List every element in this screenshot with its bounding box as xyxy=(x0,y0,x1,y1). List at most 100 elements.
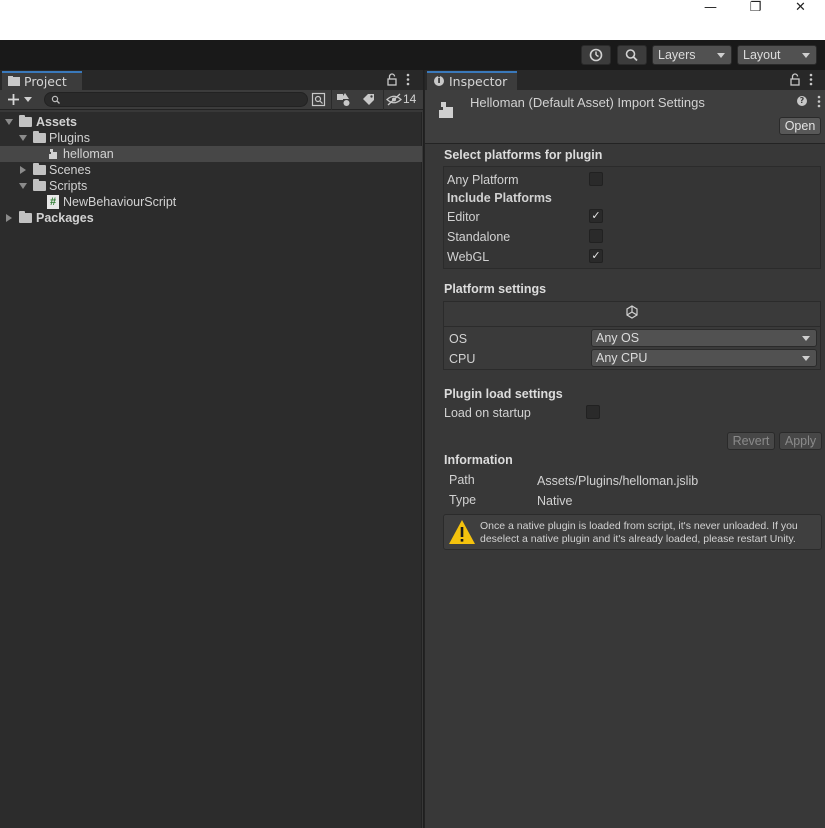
platform-label-standalone: Standalone xyxy=(447,230,511,244)
tree-item-packages[interactable]: Packages xyxy=(0,210,422,226)
os-label: OS xyxy=(449,332,468,346)
platform-settings-box: OS Any OS CPU Any CPU xyxy=(443,301,821,370)
type-label: Type xyxy=(449,493,477,507)
chevron-down-icon xyxy=(717,53,725,58)
plugin-load-title: Plugin load settings xyxy=(444,387,563,401)
search-input[interactable] xyxy=(44,92,308,107)
tree-item-label: Plugins xyxy=(49,131,90,145)
help-icon[interactable]: ? xyxy=(797,96,807,106)
toolbar-divider xyxy=(383,90,384,110)
folder-open-icon xyxy=(19,115,32,127)
folder-icon xyxy=(19,211,32,223)
restore-button[interactable]: ❐ xyxy=(733,0,778,16)
folder-icon xyxy=(8,76,20,86)
warning-text-line2: deselect a native plugin and it's alread… xyxy=(480,533,796,545)
os-value: Any OS xyxy=(596,331,640,345)
more-options-icon[interactable] xyxy=(808,73,814,86)
layout-label: Layout xyxy=(743,48,781,62)
expand-arrow-icon[interactable] xyxy=(5,119,13,125)
folder-open-icon xyxy=(33,179,46,191)
type-value: Native xyxy=(537,494,573,508)
cpu-label: CPU xyxy=(449,352,476,366)
tree-item-scripts[interactable]: Scripts xyxy=(0,178,422,194)
project-toolbar: 14 xyxy=(0,90,423,110)
expand-arrow-icon[interactable] xyxy=(19,183,27,189)
unity-logo-icon xyxy=(626,305,638,319)
any-platform-checkbox[interactable] xyxy=(589,172,603,186)
create-dropdown[interactable] xyxy=(4,91,34,108)
search-icon xyxy=(51,95,60,104)
chevron-down-icon xyxy=(802,356,810,361)
open-button[interactable]: Open xyxy=(779,117,821,135)
cpu-dropdown[interactable]: Any CPU xyxy=(591,349,817,367)
tree-item-assets[interactable]: Assets xyxy=(0,114,422,130)
divider xyxy=(444,326,820,327)
tree-item-scenes[interactable]: Scenes xyxy=(0,162,422,178)
cpu-value: Any CPU xyxy=(596,351,648,365)
tree-item-newbehaviourscript[interactable]: # NewBehaviourScript xyxy=(0,194,422,210)
warning-icon xyxy=(449,520,475,544)
window-titlebar: — ❐ ✕ xyxy=(0,0,825,40)
chevron-down-icon xyxy=(802,336,810,341)
standalone-checkbox[interactable] xyxy=(589,229,603,243)
csharp-script-icon: # xyxy=(47,195,59,209)
search-icon xyxy=(625,49,638,62)
close-button[interactable]: ✕ xyxy=(778,0,823,16)
filter-by-label-icon[interactable] xyxy=(361,92,376,107)
inspector-tabbar: i Inspector xyxy=(425,70,825,90)
tab-project[interactable]: Project xyxy=(2,71,82,90)
tree-item-plugins[interactable]: Plugins xyxy=(0,130,422,146)
any-platform-label: Any Platform xyxy=(447,173,519,187)
platforms-box: Any Platform Include Platforms Editor ✓ … xyxy=(443,166,821,269)
path-label: Path xyxy=(449,473,475,487)
tree-item-label: Assets xyxy=(36,115,77,129)
os-dropdown[interactable]: Any OS xyxy=(591,329,817,347)
editor-checkbox[interactable]: ✓ xyxy=(589,209,603,223)
lock-icon[interactable] xyxy=(387,73,397,86)
settings-menu-icon[interactable] xyxy=(816,95,822,108)
plugin-icon xyxy=(49,149,57,159)
tab-inspector-label: Inspector xyxy=(449,74,508,89)
platform-label-editor: Editor xyxy=(447,210,480,224)
native-plugin-warning: Once a native plugin is loaded from scri… xyxy=(443,514,822,550)
more-options-icon[interactable] xyxy=(405,73,411,86)
platform-label-webgl: WebGL xyxy=(447,250,490,264)
tree-item-label: NewBehaviourScript xyxy=(63,195,177,209)
revert-button[interactable]: Revert xyxy=(727,432,775,450)
webgl-checkbox[interactable]: ✓ xyxy=(589,249,603,263)
layout-dropdown[interactable]: Layout xyxy=(737,45,817,65)
plugin-icon xyxy=(439,102,453,118)
history-button[interactable] xyxy=(581,45,611,65)
folder-icon xyxy=(33,163,46,175)
tree-item-label: Packages xyxy=(36,211,94,225)
inspector-panel: i Inspector Helloman (Default Asset) Imp… xyxy=(424,70,825,828)
apply-button[interactable]: Apply xyxy=(779,432,822,450)
chevron-down-icon xyxy=(802,53,810,58)
expand-arrow-icon[interactable] xyxy=(19,135,27,141)
hidden-count: 14 xyxy=(403,92,417,106)
lock-icon[interactable] xyxy=(790,73,800,86)
collapse-arrow-icon[interactable] xyxy=(6,214,12,222)
tab-inspector[interactable]: i Inspector xyxy=(427,71,517,90)
path-value: Assets/Plugins/helloman.jslib xyxy=(537,474,699,488)
tree-item-helloman[interactable]: helloman xyxy=(0,146,422,162)
load-on-startup-label: Load on startup xyxy=(444,406,531,420)
information-title: Information xyxy=(444,453,513,467)
layers-label: Layers xyxy=(658,48,696,62)
toolbar-divider xyxy=(331,90,332,110)
layers-dropdown[interactable]: Layers xyxy=(652,45,732,65)
project-tree: Assets Plugins helloman Scenes Scripts #… xyxy=(0,112,422,828)
minimize-button[interactable]: — xyxy=(688,0,733,16)
collapse-arrow-icon[interactable] xyxy=(20,166,26,174)
search-button[interactable] xyxy=(617,45,647,65)
hidden-eye-icon[interactable] xyxy=(386,93,402,106)
search-by-type-icon[interactable] xyxy=(311,92,326,107)
project-tabbar: Project xyxy=(0,70,423,90)
folder-open-icon xyxy=(33,131,46,143)
chevron-down-icon xyxy=(24,97,32,102)
tree-item-label: Scenes xyxy=(49,163,91,177)
filter-by-type-icon[interactable] xyxy=(336,92,351,107)
load-on-startup-checkbox[interactable] xyxy=(586,405,600,419)
tree-item-label: Scripts xyxy=(49,179,88,193)
inspector-header: Helloman (Default Asset) Import Settings… xyxy=(425,90,825,144)
